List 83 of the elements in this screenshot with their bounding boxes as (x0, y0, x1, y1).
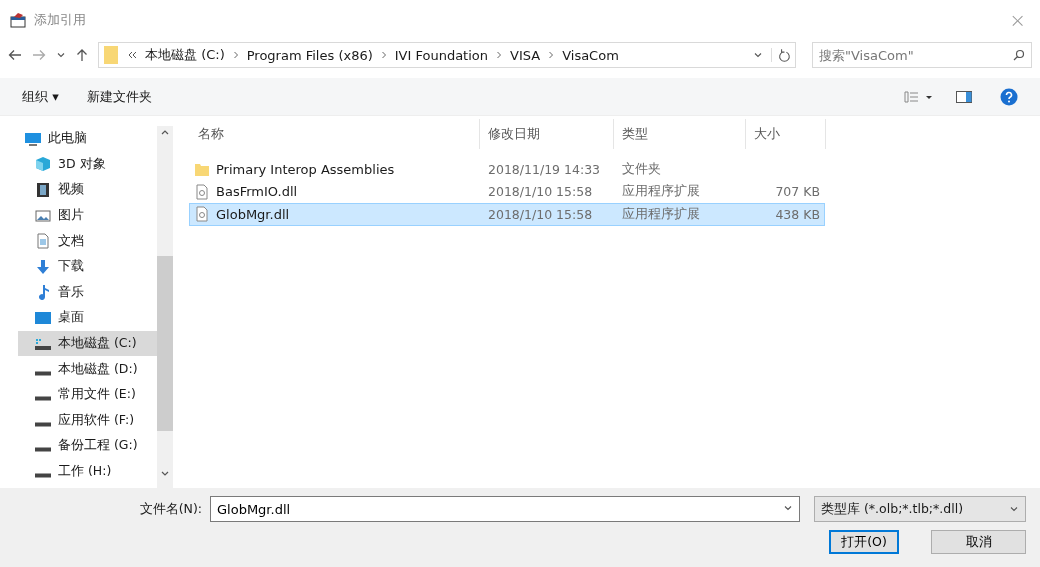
date-cell-text: 2018/11/19 14:33 (487, 161, 602, 177)
file-row[interactable]: BasFrmIO.dll 2018/1/10 15:58 应用程序扩展 707 KB (189, 180, 825, 203)
breadcrumb[interactable]: Program Files (x86) (246, 47, 373, 63)
view-options-icon[interactable] (904, 90, 934, 103)
dropdown-chevron-icon[interactable] (783, 503, 793, 513)
scrollbar-thumb[interactable] (157, 256, 173, 431)
breadcrumb[interactable]: VISA (510, 47, 541, 63)
column-header[interactable]: 名称 (190, 119, 480, 149)
drive-icon (34, 421, 52, 427)
breadcrumb-separator-icon (232, 51, 239, 59)
file-row[interactable]: Primary Interop Assemblies 2018/11/19 14:33 文件夹 (189, 158, 825, 181)
sidebar-item[interactable]: 图片 (18, 202, 157, 229)
date-cell-text: 2018/1/10 15:58 (487, 184, 594, 200)
breadcrumb[interactable]: IVI Foundation (394, 47, 489, 63)
recent-chevron-icon[interactable] (56, 50, 66, 60)
scrollbar[interactable] (157, 126, 173, 488)
sidebar-item[interactable]: 3D 对象 (18, 151, 157, 178)
new-folder-button[interactable]: 新建文件夹 (86, 87, 152, 106)
type-cell-text: 文件夹 (621, 160, 662, 178)
film-icon (34, 182, 52, 198)
preview-pane-icon[interactable] (956, 90, 972, 103)
breadcrumb[interactable]: VisaCom (562, 47, 619, 63)
sidebar-item[interactable]: 本地磁盘 (D:) (18, 356, 157, 382)
file-row[interactable]: GlobMgr.dll 2018/1/10 15:58 应用程序扩展 438 KB (189, 203, 825, 226)
file-name-label: 文件名(N): (139, 500, 202, 518)
file-name: Primary Interop Assemblies (190, 161, 480, 178)
gear-file-icon (194, 183, 210, 200)
drive-icon (34, 447, 52, 453)
file-name: GlobMgr.dll (190, 206, 480, 223)
size-cell-text: 707 KB (774, 184, 821, 200)
breadcrumb[interactable]: 本地磁盘 (C:) (145, 46, 225, 64)
scroll-down-icon[interactable] (160, 470, 170, 478)
sidebar-item[interactable]: 桌面 (18, 305, 157, 331)
dropdown-chevron-icon (1009, 504, 1019, 514)
file-name: BasFrmIO.dll (190, 183, 480, 200)
drive-icon (34, 370, 52, 376)
sidebar-item[interactable]: 视频 (18, 177, 157, 203)
folder-icon (194, 161, 210, 178)
sidebar-item[interactable]: 应用软件 (F:) (18, 407, 157, 434)
open-button[interactable]: 打开(O) (829, 530, 899, 554)
size-cell-text: 438 KB (774, 206, 821, 222)
sidebar-item[interactable]: 工作 (H:) (18, 458, 157, 485)
search-icon (1013, 49, 1025, 61)
drive-icon (34, 396, 52, 402)
search-field[interactable]: 搜索"VisaCom" (812, 42, 1032, 68)
sidebar-item[interactable]: 本地磁盘 (C:) (18, 330, 157, 357)
drive-icon (34, 473, 52, 478)
app-icon (10, 12, 28, 28)
sidebar-item[interactable]: 此电脑 (8, 126, 157, 152)
sidebar-item[interactable]: 文档 (18, 228, 157, 254)
download-icon (34, 258, 52, 275)
desktop-icon (34, 309, 52, 326)
column-header[interactable]: 修改日期 (480, 119, 614, 149)
breadcrumb-separator-icon (548, 51, 555, 59)
folder-icon (103, 45, 119, 65)
file-type-select[interactable]: 类型库 (*.olb;*.tlb;*.dll) (814, 496, 1026, 522)
column-header[interactable]: 类型 (614, 119, 746, 149)
breadcrumb-separator-icon (496, 51, 503, 59)
type-cell-text: 应用程序扩展 (621, 205, 701, 223)
address-bar[interactable]: 本地磁盘 (C:) Program Files (x86) IVI Foundation VISA VisaCom (98, 42, 796, 68)
cancel-button[interactable]: 取消 (931, 530, 1026, 554)
window-title: 添加引用 (34, 11, 87, 29)
computer-icon (24, 130, 42, 147)
gear-file-icon (194, 206, 210, 223)
sidebar-item[interactable]: 音乐 (18, 279, 157, 306)
breadcrumb-separator-icon (380, 51, 387, 59)
image-icon (34, 207, 52, 224)
file-name-field[interactable]: GlobMgr.dll (210, 496, 800, 522)
sidebar-item[interactable]: 常用文件 (E:) (18, 381, 157, 408)
document-icon (34, 233, 52, 250)
help-icon[interactable] (1000, 87, 1018, 106)
scroll-up-icon[interactable] (160, 128, 170, 136)
date-cell-text: 2018/1/10 15:58 (487, 206, 594, 222)
sidebar-item[interactable]: 下载 (18, 253, 157, 280)
overflow-chevron-icon (127, 51, 137, 59)
type-cell-text: 应用程序扩展 (621, 183, 701, 201)
sidebar-item[interactable]: 备份工程 (G:) (18, 433, 157, 459)
up-arrow-icon[interactable] (76, 48, 88, 62)
cube-icon (34, 156, 52, 173)
column-header[interactable]: 大小 (746, 119, 826, 149)
back-arrow-icon[interactable] (8, 49, 22, 61)
organize-menu[interactable]: 组织 ▾ (22, 87, 59, 106)
dropdown-chevron-icon[interactable] (753, 50, 763, 60)
